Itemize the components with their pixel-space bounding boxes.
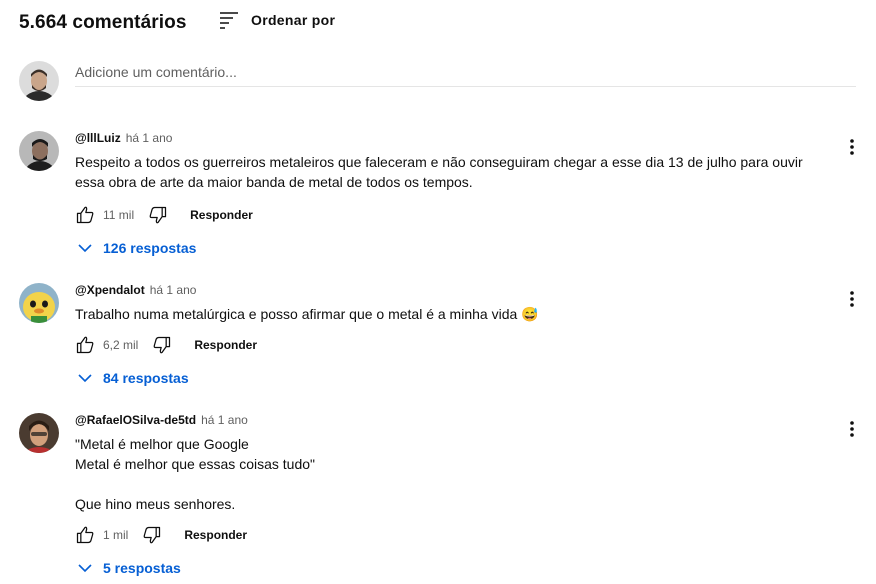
- sort-icon: [220, 12, 238, 29]
- chevron-down-icon: [78, 564, 92, 573]
- commenter-avatar[interactable]: [19, 131, 59, 171]
- more-vert-icon: [850, 291, 854, 307]
- comment-author[interactable]: @RafaelOSilva-de5td: [75, 413, 196, 427]
- thumbs-up-icon: [76, 526, 94, 544]
- reply-button[interactable]: Responder: [190, 208, 253, 222]
- view-replies-button[interactable]: 5 respostas: [77, 560, 181, 576]
- chevron-down-icon: [78, 374, 92, 383]
- dislike-button[interactable]: [150, 333, 174, 357]
- thumbs-up-icon: [76, 336, 94, 354]
- view-replies-button[interactable]: 126 respostas: [77, 240, 196, 256]
- comment-time[interactable]: há 1 ano: [201, 413, 248, 427]
- sort-label: Ordenar por: [251, 12, 336, 28]
- commenter-avatar[interactable]: [19, 283, 59, 323]
- like-count: 6,2 mil: [103, 338, 139, 352]
- comment-time[interactable]: há 1 ano: [126, 131, 173, 145]
- view-replies-button[interactable]: 84 respostas: [77, 370, 189, 386]
- comment-header: @RafaelOSilva-de5td há 1 ano: [75, 413, 248, 427]
- comment-header: @lllLuiz há 1 ano: [75, 131, 172, 145]
- dislike-button[interactable]: [146, 203, 170, 227]
- add-comment-row: Adicione um comentário...: [19, 61, 857, 101]
- comment-author[interactable]: @Xpendalot: [75, 283, 145, 297]
- sort-button[interactable]: Ordenar por: [218, 10, 335, 30]
- comment-text: "Metal é melhor que Google Metal é melho…: [75, 436, 315, 512]
- add-comment-input[interactable]: Adicione um comentário...: [75, 61, 856, 87]
- like-button[interactable]: [73, 203, 97, 227]
- more-vert-icon: [850, 139, 854, 155]
- reply-button[interactable]: Responder: [184, 528, 247, 542]
- comment-menu-button[interactable]: [840, 135, 864, 159]
- replies-count: 5 respostas: [103, 560, 181, 576]
- comment-header: @Xpendalot há 1 ano: [75, 283, 196, 297]
- chevron-down-icon: [78, 244, 92, 253]
- thumbs-down-icon: [149, 206, 167, 224]
- commenter-avatar[interactable]: [19, 413, 59, 453]
- comment-thread: @lllLuiz há 1 ano Respeito a todos os gu…: [19, 131, 864, 261]
- more-vert-icon: [850, 421, 854, 437]
- comment-actions: 1 mil Responder: [73, 523, 247, 547]
- comment-actions: 11 mil Responder: [73, 203, 253, 227]
- thumbs-up-icon: [76, 206, 94, 224]
- like-count: 11 mil: [103, 208, 135, 222]
- comment-time[interactable]: há 1 ano: [150, 283, 197, 297]
- current-user-avatar[interactable]: [19, 61, 59, 101]
- like-button[interactable]: [73, 523, 97, 547]
- comment-thread: @RafaelOSilva-de5td há 1 ano "Metal é me…: [19, 413, 864, 581]
- dislike-button[interactable]: [140, 523, 164, 547]
- like-button[interactable]: [73, 333, 97, 357]
- replies-count: 84 respostas: [103, 370, 189, 386]
- comment-menu-button[interactable]: [840, 287, 864, 311]
- like-count: 1 mil: [103, 528, 129, 542]
- comment-actions: 6,2 mil Responder: [73, 333, 257, 357]
- comments-header: 5.664 comentários: [19, 8, 187, 38]
- thumbs-down-icon: [153, 336, 171, 354]
- comment-text: Trabalho numa metalúrgica e posso afirma…: [75, 306, 539, 322]
- comments-count: 5.664 comentários: [19, 12, 187, 33]
- comment-thread: @Xpendalot há 1 ano Trabalho numa metalú…: [19, 283, 864, 393]
- reply-button[interactable]: Responder: [194, 338, 257, 352]
- thumbs-down-icon: [143, 526, 161, 544]
- comment-menu-button[interactable]: [840, 417, 864, 441]
- replies-count: 126 respostas: [103, 240, 197, 256]
- comment-text: Respeito a todos os guerreiros metaleiro…: [75, 154, 803, 190]
- comment-author[interactable]: @lllLuiz: [75, 131, 121, 145]
